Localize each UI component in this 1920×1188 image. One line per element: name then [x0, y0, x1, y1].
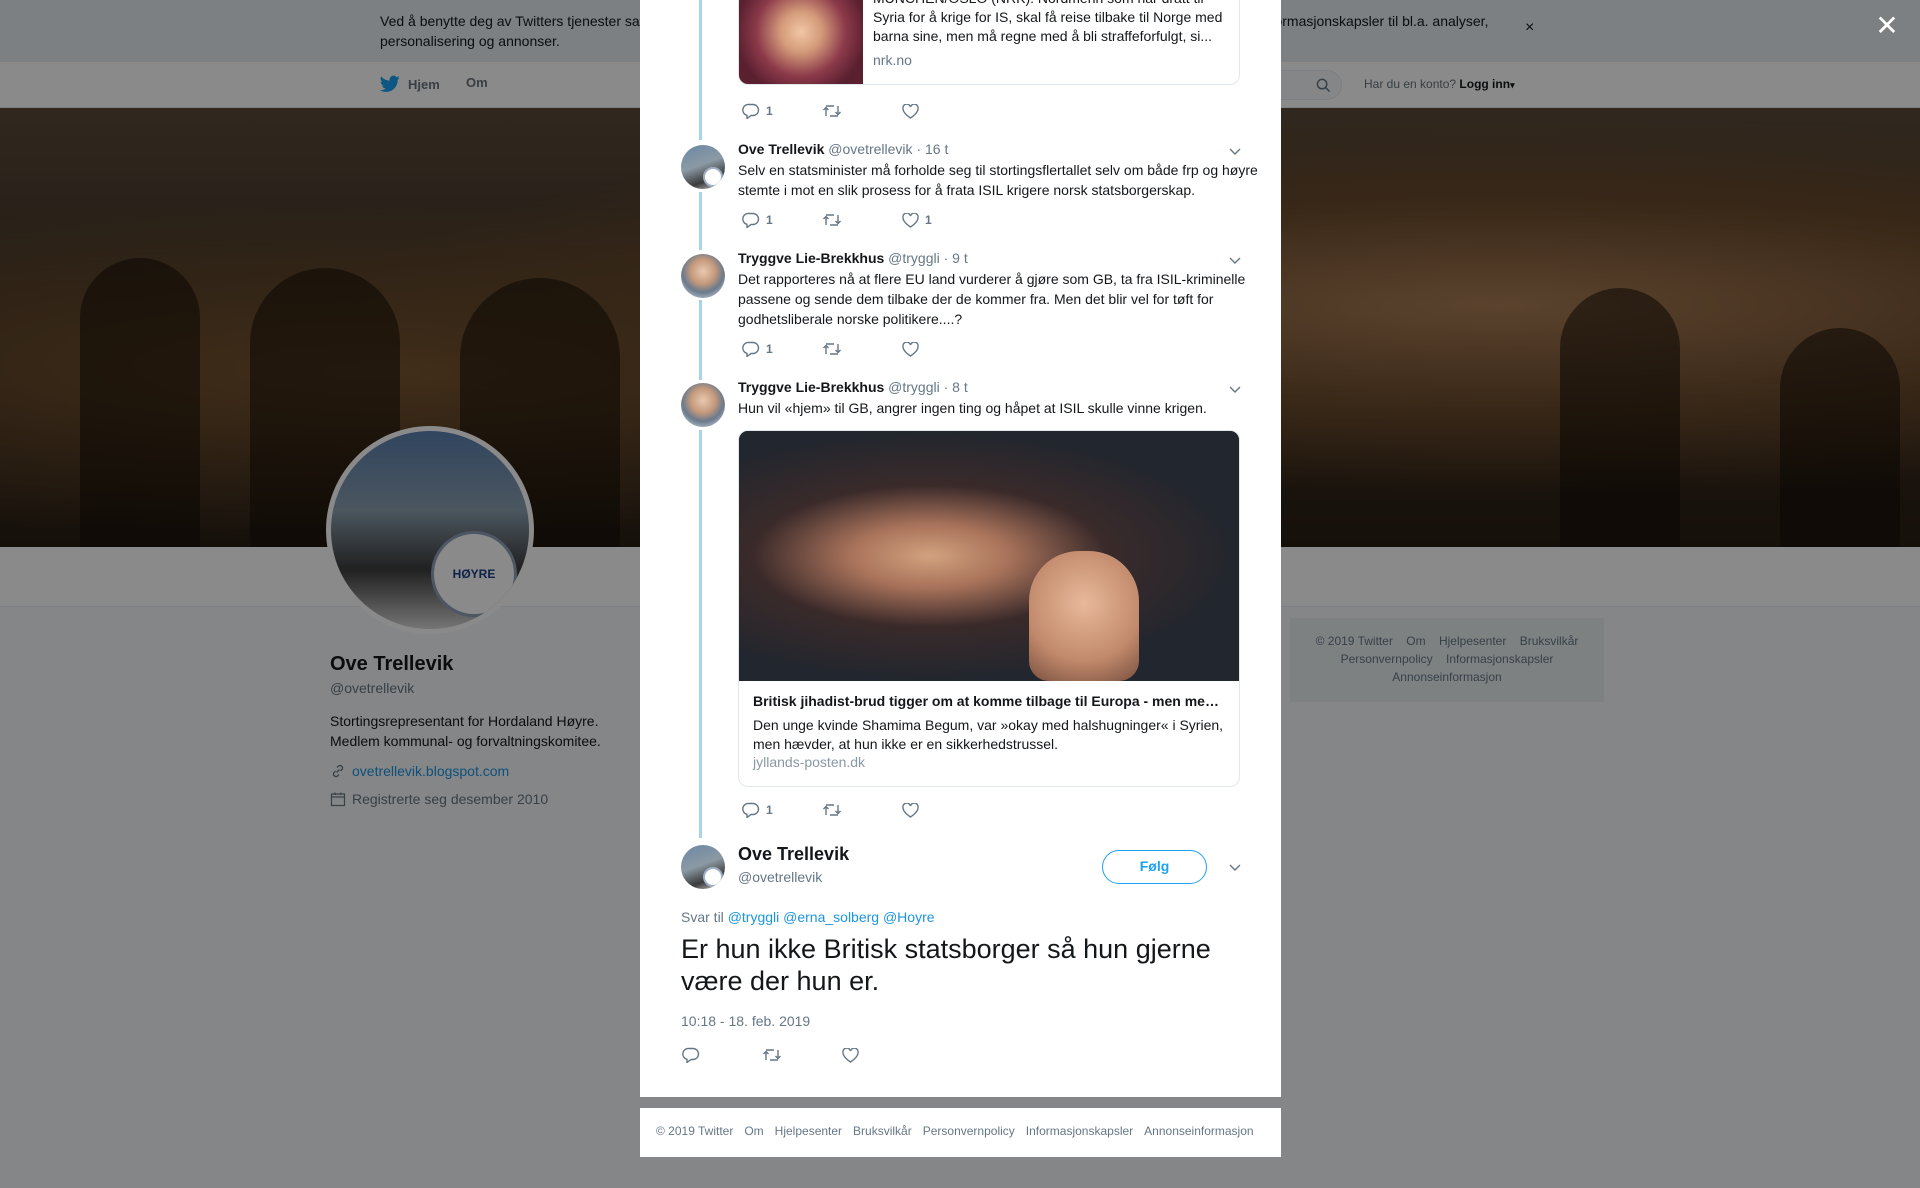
- link-card[interactable]: Britisk jihadist-brud tigger om at komme…: [738, 430, 1240, 787]
- chevron-down-icon[interactable]: [1228, 382, 1242, 396]
- mention-link[interactable]: @Hoyre: [883, 909, 935, 925]
- reply-count: 1: [766, 213, 773, 227]
- reply-button[interactable]: 1: [742, 802, 822, 818]
- tweet-header: Ove Trellevik @ovetrellevik · 16 t: [738, 141, 948, 157]
- reply-button[interactable]: [682, 1047, 762, 1063]
- reply-context: Svar til @tryggli @erna_solberg @Hoyre: [681, 909, 935, 925]
- avatar[interactable]: [681, 383, 725, 427]
- modal-footer: © 2019 Twitter Om Hjelpesenter Bruksvilk…: [640, 1108, 1281, 1157]
- tweet-header: Tryggve Lie-Brekkhus @tryggli · 9 t: [738, 250, 968, 266]
- footer-about-link[interactable]: Om: [744, 1124, 763, 1141]
- retweet-button[interactable]: [822, 104, 902, 118]
- thread-tweet[interactable]: MÜNCHEN/OSLO (NRK): Nordmenn som har dra…: [640, 0, 1281, 130]
- like-button[interactable]: 1: [902, 212, 982, 228]
- reply-icon: [682, 1047, 700, 1063]
- card-title: Britisk jihadist-brud tigger om at komme…: [753, 693, 1227, 709]
- tweet-time[interactable]: · 16 t: [916, 141, 948, 157]
- thread-tweet[interactable]: Tryggve Lie-Brekkhus @tryggli · 8 t Hun …: [640, 378, 1281, 828]
- retweet-icon: [823, 214, 841, 226]
- retweet-button[interactable]: [822, 803, 902, 817]
- mention-link[interactable]: @erna_solberg: [783, 909, 879, 925]
- avatar[interactable]: [681, 145, 725, 189]
- card-domain: jyllands-posten.dk: [753, 754, 866, 770]
- footer-help-link[interactable]: Hjelpesenter: [775, 1124, 842, 1141]
- tweet-header: Tryggve Lie-Brekkhus @tryggli · 8 t: [738, 379, 968, 395]
- main-tweet-author-handle[interactable]: @ovetrellevik: [738, 869, 822, 885]
- main-tweet-actions: [682, 1047, 922, 1063]
- tweet-text: Hun vil «hjem» til GB, angrer ingen ting…: [738, 400, 1207, 416]
- tweet-time[interactable]: · 8 t: [944, 379, 968, 395]
- like-button[interactable]: [902, 341, 982, 357]
- like-icon: [902, 341, 919, 357]
- retweet-button[interactable]: [822, 342, 902, 356]
- mention-link[interactable]: @tryggli: [728, 909, 780, 925]
- card-image: [739, 431, 1239, 681]
- retweet-button[interactable]: [822, 213, 902, 227]
- chevron-down-icon[interactable]: [1228, 144, 1242, 158]
- tweet-author-name[interactable]: Ove Trellevik: [738, 141, 824, 157]
- tweet-permalink-modal: MÜNCHEN/OSLO (NRK): Nordmenn som har dra…: [640, 0, 1281, 1097]
- reply-prefix: Svar til: [681, 909, 724, 925]
- retweet-icon: [823, 343, 841, 355]
- like-icon: [902, 802, 919, 818]
- tweet-actions: 1: [742, 802, 982, 818]
- footer-ads-info-link[interactable]: Annonseinformasjon: [1144, 1124, 1253, 1141]
- avatar[interactable]: [681, 845, 725, 889]
- chevron-down-icon[interactable]: [1228, 860, 1242, 874]
- like-count: 1: [925, 213, 932, 227]
- like-button[interactable]: [902, 802, 982, 818]
- card-thumbnail: [739, 0, 863, 84]
- tweet-author-handle[interactable]: @tryggli: [888, 379, 940, 395]
- like-button[interactable]: [902, 103, 982, 119]
- footer-copyright: © 2019 Twitter: [656, 1124, 734, 1138]
- main-tweet-author-name[interactable]: Ove Trellevik: [738, 844, 849, 865]
- thread-tweet[interactable]: Ove Trellevik @ovetrellevik · 16 t Selv …: [640, 140, 1281, 240]
- reply-button[interactable]: 1: [742, 103, 822, 119]
- reply-button[interactable]: 1: [742, 212, 822, 228]
- card-domain: nrk.no: [873, 52, 912, 68]
- like-icon: [842, 1047, 859, 1063]
- link-card[interactable]: MÜNCHEN/OSLO (NRK): Nordmenn som har dra…: [738, 0, 1240, 85]
- main-tweet-timestamp[interactable]: 10:18 - 18. feb. 2019: [681, 1013, 810, 1029]
- tweet-author-handle[interactable]: @ovetrellevik: [828, 141, 912, 157]
- main-tweet: Ove Trellevik @ovetrellevik Følg Svar ti…: [640, 840, 1281, 1097]
- footer-terms-link[interactable]: Bruksvilkår: [853, 1124, 912, 1141]
- tweet-actions: 1: [742, 103, 982, 119]
- tweet-author-name[interactable]: Tryggve Lie-Brekkhus: [738, 379, 884, 395]
- reply-icon: [742, 802, 760, 818]
- chevron-down-icon[interactable]: [1228, 253, 1242, 267]
- footer-privacy-link[interactable]: Personvernpolicy: [923, 1124, 1015, 1141]
- reply-count: 1: [766, 342, 773, 356]
- retweet-icon: [763, 1049, 781, 1061]
- reply-icon: [742, 341, 760, 357]
- card-description: Den unge kvinde Shamima Begum, var »okay…: [753, 717, 1224, 752]
- tweet-text: Det rapporteres nå at flere EU land vurd…: [738, 271, 1246, 327]
- close-icon[interactable]: ✕: [1873, 12, 1901, 40]
- tweet-text: Selv en statsminister må forholde seg ti…: [738, 162, 1258, 198]
- tweet-time[interactable]: · 9 t: [944, 250, 968, 266]
- reply-button[interactable]: 1: [742, 341, 822, 357]
- tweet-author-handle[interactable]: @tryggli: [888, 250, 940, 266]
- like-button[interactable]: [842, 1047, 922, 1063]
- footer-cookies-link[interactable]: Informasjonskapsler: [1026, 1124, 1133, 1141]
- tweet-actions: 1 1: [742, 212, 982, 228]
- tweet-author-name[interactable]: Tryggve Lie-Brekkhus: [738, 250, 884, 266]
- reply-icon: [742, 103, 760, 119]
- like-icon: [902, 212, 919, 228]
- tweet-actions: 1: [742, 341, 982, 357]
- thread-tweet[interactable]: Tryggve Lie-Brekkhus @tryggli · 9 t Det …: [640, 249, 1281, 369]
- retweet-icon: [823, 105, 841, 117]
- reply-count: 1: [766, 803, 773, 817]
- card-text: MÜNCHEN/OSLO (NRK): Nordmenn som har dra…: [873, 0, 1223, 44]
- reply-icon: [742, 212, 760, 228]
- avatar[interactable]: [681, 254, 725, 298]
- retweet-icon: [823, 804, 841, 816]
- retweet-button[interactable]: [762, 1047, 842, 1063]
- like-icon: [902, 103, 919, 119]
- follow-button[interactable]: Følg: [1102, 850, 1207, 884]
- main-tweet-text: Er hun ikke Britisk statsborger så hun g…: [681, 934, 1211, 996]
- reply-count: 1: [766, 104, 773, 118]
